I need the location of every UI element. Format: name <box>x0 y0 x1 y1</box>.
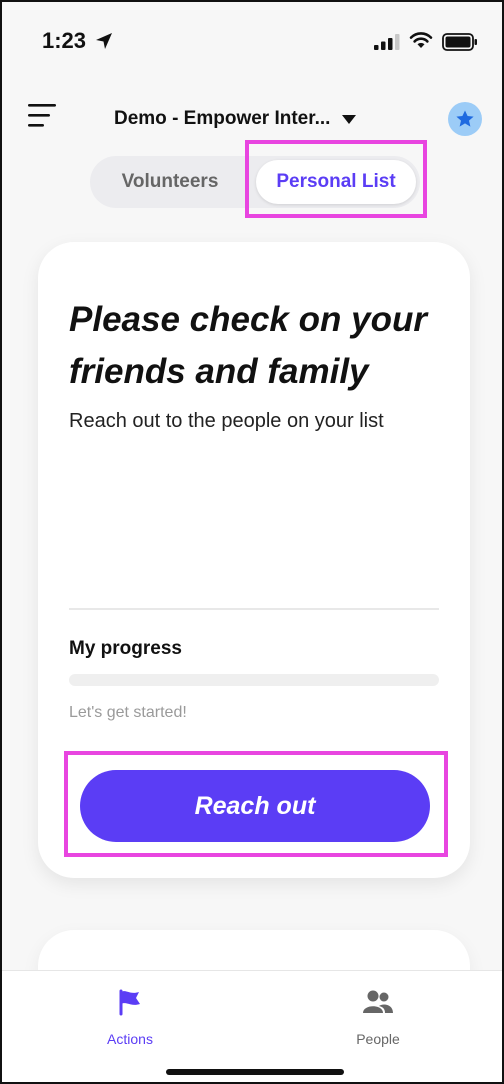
people-icon <box>363 990 393 1013</box>
progress-bar <box>69 674 439 686</box>
favorites-button[interactable] <box>448 102 482 136</box>
card-subtitle: Reach out to the people on your list <box>69 410 384 432</box>
location-arrow-icon <box>96 33 112 49</box>
cellular-signal-icon <box>374 34 400 50</box>
workspace-selector[interactable]: Demo - Empower Inter... <box>114 106 394 132</box>
workspace-title: Demo - Empower Inter... <box>114 108 331 129</box>
nav-people[interactable]: People <box>318 987 438 1047</box>
wifi-icon <box>409 32 433 48</box>
card-divider <box>69 608 439 610</box>
nav-actions-label: Actions <box>107 1031 153 1047</box>
home-indicator <box>166 1069 344 1075</box>
highlight-reach-out <box>64 751 448 857</box>
nav-actions[interactable]: Actions <box>70 987 190 1047</box>
highlight-personal-list <box>245 140 427 218</box>
phone-frame: 1:23 Demo - Empower Inter... Volunteers … <box>0 0 504 1084</box>
menu-icon[interactable] <box>28 102 58 130</box>
bottom-nav: Actions People <box>2 970 502 1082</box>
star-icon <box>456 110 474 127</box>
status-time: 1:23 <box>42 28 87 53</box>
caret-down-icon <box>342 114 357 124</box>
progress-label: My progress <box>69 638 182 659</box>
tab-volunteers[interactable]: Volunteers <box>90 156 250 208</box>
status-bar: 1:23 <box>2 2 502 82</box>
flag-icon <box>119 989 140 1016</box>
progress-status: Let's get started! <box>69 704 187 721</box>
nav-people-label: People <box>356 1031 400 1047</box>
battery-icon <box>442 33 477 51</box>
card-title: Please check on your friends and family <box>69 300 427 391</box>
